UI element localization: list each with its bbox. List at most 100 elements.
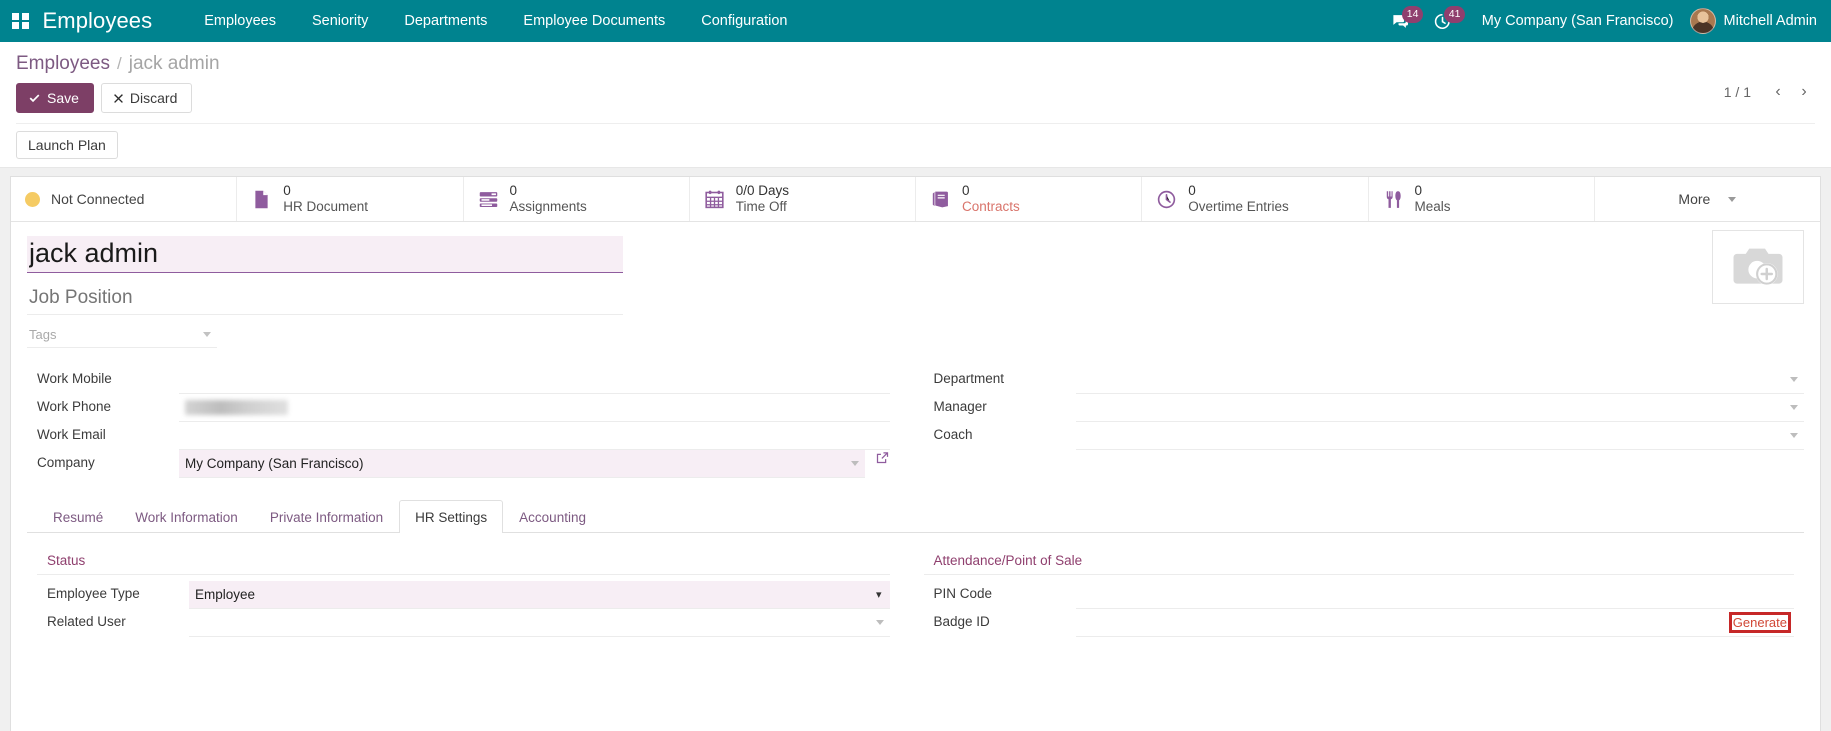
navbar-right-tools: 14 41 My Company (San Francisco) Mitchel… (1380, 0, 1821, 42)
check-icon (28, 92, 41, 105)
record-sheet: Not Connected 0 HR Document (10, 176, 1821, 731)
field-row-work-email: Work Email (27, 422, 890, 450)
stat-button-not-connected-label: Not Connected (51, 191, 144, 207)
work-phone-input[interactable] (179, 394, 890, 422)
document-icon (251, 189, 272, 210)
apps-grid-icon[interactable] (12, 13, 29, 30)
app-brand-title[interactable]: Employees (43, 8, 153, 34)
tab-work-information[interactable]: Work Information (119, 500, 254, 533)
messages-menu-button[interactable]: 14 (1380, 0, 1422, 42)
sheet-background: Not Connected 0 HR Document (0, 168, 1831, 731)
breadcrumb-root-employees[interactable]: Employees (16, 53, 110, 75)
pager-previous-button[interactable]: ‹ (1767, 83, 1789, 101)
stat-button-time-off-label: Time Off (736, 199, 789, 215)
close-x-icon (113, 93, 124, 104)
stat-button-meals-value: 0 (1415, 183, 1451, 199)
company-label: Company (27, 450, 179, 478)
stat-button-more[interactable]: More (1595, 177, 1820, 221)
book-contract-icon (930, 189, 951, 210)
employee-photo-upload[interactable] (1712, 230, 1804, 304)
job-position-input[interactable] (27, 282, 623, 315)
attendance-group-title: Attendance/Point of Sale (924, 553, 1795, 575)
tab-hr-settings[interactable]: HR Settings (399, 500, 503, 533)
employee-type-label: Employee Type (37, 581, 189, 609)
generate-badge-id-button[interactable]: Generate (1732, 615, 1788, 630)
menu-item-employee-documents[interactable]: Employee Documents (505, 0, 683, 42)
activities-count-badge: 41 (1444, 6, 1466, 23)
breadcrumb-current-record: jack admin (129, 53, 220, 75)
field-row-employee-type: Employee Type Employee ▾ (37, 581, 890, 609)
top-navbar: Employees Employees Seniority Department… (0, 0, 1831, 42)
company-switcher[interactable]: My Company (San Francisco) (1464, 13, 1690, 29)
stat-button-hr-document[interactable]: 0 HR Document (237, 177, 463, 221)
related-user-input[interactable] (189, 609, 890, 637)
clock-icon (1156, 189, 1177, 210)
menu-item-departments[interactable]: Departments (386, 0, 505, 42)
launch-plan-button[interactable]: Launch Plan (16, 131, 118, 159)
calendar-icon (704, 189, 725, 210)
user-name-label: Mitchell Admin (1724, 13, 1817, 29)
department-label: Department (924, 366, 1076, 394)
stat-button-time-off[interactable]: 0/0 Days Time Off (690, 177, 916, 221)
tab-private-information[interactable]: Private Information (254, 500, 399, 533)
discard-button-label: Discard (130, 90, 177, 106)
save-button[interactable]: Save (16, 83, 94, 113)
employee-name-input[interactable] (27, 236, 623, 273)
external-link-icon (875, 450, 890, 465)
menu-item-employees[interactable]: Employees (186, 0, 294, 42)
manager-input[interactable] (1076, 394, 1805, 422)
stat-button-meals[interactable]: 0 Meals (1369, 177, 1595, 221)
field-row-related-user: Related User (37, 609, 890, 637)
work-email-input[interactable] (179, 422, 890, 450)
open-company-external-link-button[interactable] (875, 450, 890, 478)
company-value: My Company (San Francisco) (185, 456, 845, 471)
pin-code-input[interactable] (1076, 581, 1795, 609)
stat-button-overtime-entries-label: Overtime Entries (1188, 199, 1289, 215)
tab-accounting[interactable]: Accounting (503, 500, 602, 533)
tags-field[interactable]: Tags (27, 324, 217, 348)
hr-settings-status-group: Status Employee Type Employee ▾ Related … (37, 553, 916, 637)
avatar (1690, 8, 1716, 34)
work-mobile-input[interactable] (179, 366, 890, 394)
status-dot-icon (25, 192, 40, 207)
stat-buttons-bar: Not Connected 0 HR Document (11, 177, 1820, 222)
main-field-groups: Work Mobile Work Phone Work Email (27, 366, 1804, 478)
department-input[interactable] (1076, 366, 1805, 394)
stat-button-contracts[interactable]: 0 Contracts (916, 177, 1142, 221)
stat-button-overtime-entries[interactable]: 0 Overtime Entries (1142, 177, 1368, 221)
form-body: Tags Work Mobile (11, 222, 1820, 637)
camera-add-photo-icon (1730, 245, 1786, 289)
field-row-badge-id: Badge ID Generate (924, 609, 1795, 637)
employee-type-select[interactable]: Employee ▾ (189, 581, 890, 609)
chevron-down-icon (851, 461, 859, 466)
field-row-company: Company My Company (San Francisco) (27, 450, 890, 478)
company-input[interactable]: My Company (San Francisco) (179, 450, 865, 478)
activities-menu-button[interactable]: 41 (1422, 0, 1464, 42)
stat-button-more-label: More (1678, 191, 1710, 207)
stat-button-time-off-value: 0/0 Days (736, 183, 789, 199)
chevron-down-icon (1790, 405, 1798, 410)
status-group-title: Status (37, 553, 890, 575)
stat-button-meals-label: Meals (1415, 199, 1451, 215)
work-phone-redacted-value (185, 400, 288, 415)
stat-button-assignments-label: Assignments (510, 199, 587, 215)
pager-count-label: 1 / 1 (1724, 84, 1751, 100)
menu-item-seniority[interactable]: Seniority (294, 0, 386, 42)
breadcrumb-separator: / (117, 54, 122, 74)
stat-button-assignments[interactable]: 0 Assignments (464, 177, 690, 221)
breadcrumb: Employees / jack admin (16, 42, 1815, 77)
stat-button-not-connected[interactable]: Not Connected (11, 177, 237, 221)
stat-button-hr-document-label: HR Document (283, 199, 368, 215)
stat-button-assignments-value: 0 (510, 183, 587, 199)
badge-id-input[interactable]: Generate (1076, 609, 1795, 637)
user-menu-button[interactable]: Mitchell Admin (1690, 8, 1821, 34)
pager-next-button[interactable]: › (1793, 83, 1815, 101)
manager-label: Manager (924, 394, 1076, 422)
coach-input[interactable] (1076, 422, 1805, 450)
menu-item-configuration[interactable]: Configuration (683, 0, 805, 42)
tab-resume[interactable]: Resumé (37, 500, 119, 533)
employee-type-value: Employee (195, 587, 255, 602)
hr-settings-attendance-group: Attendance/Point of Sale PIN Code Badge … (916, 553, 1795, 637)
discard-button[interactable]: Discard (101, 83, 192, 113)
save-button-label: Save (47, 90, 79, 106)
